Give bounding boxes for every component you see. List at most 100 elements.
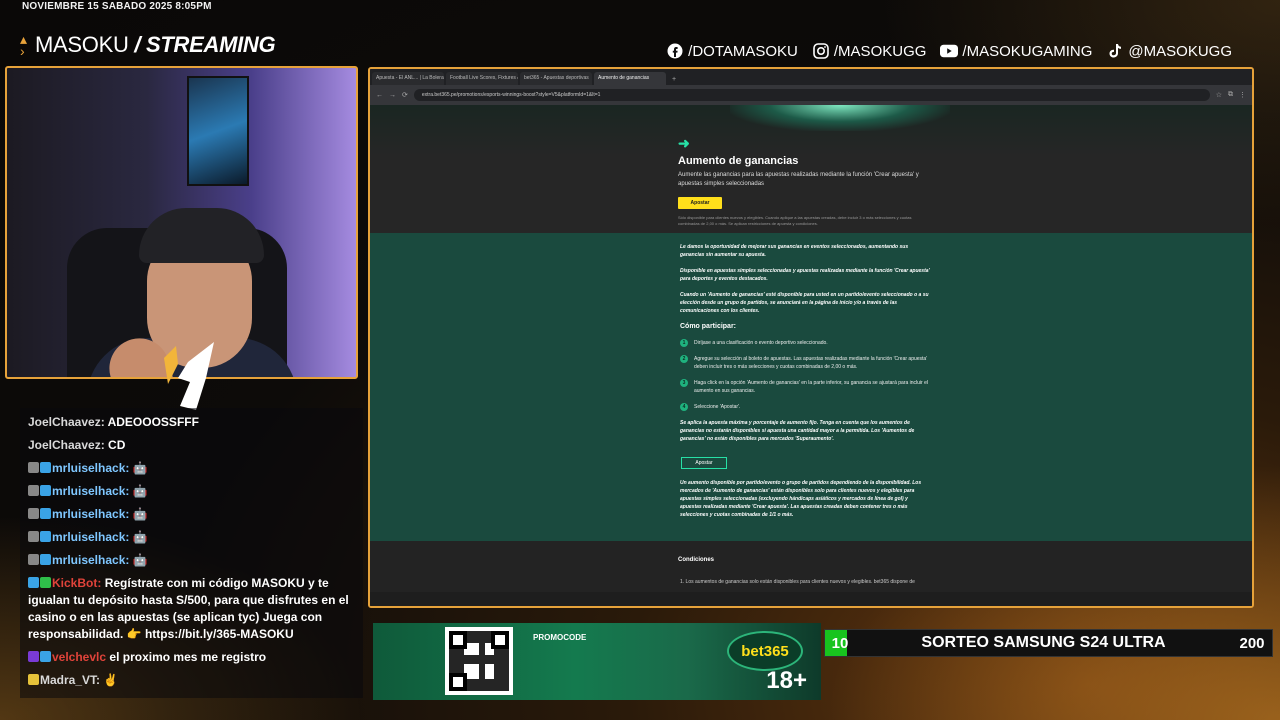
browser-window: Apuesta - El ANL... | La Bolera de la...… <box>368 67 1254 608</box>
browser-tab-active[interactable]: Aumento de ganancias <box>594 72 666 85</box>
chat-username: mrluiselhack: <box>52 461 130 475</box>
subscriber-badge-icon <box>40 531 51 542</box>
star-icon[interactable]: ☆ <box>1216 91 1222 99</box>
step-number: 1 <box>680 339 688 347</box>
chat-message: mrluiselhack: 🤖 <box>28 552 355 569</box>
promocode-label: PROMOCODE <box>533 633 587 642</box>
chat-username: JoelChaavez: <box>28 415 105 429</box>
age-restriction: 18+ <box>766 667 807 694</box>
apostar-outline-button[interactable]: Apostar <box>681 457 727 469</box>
badge-icon <box>28 462 39 473</box>
chat-username: Madra_VT: <box>40 673 101 687</box>
browser-tab[interactable]: Apuesta - El ANL... | La Bolera de la... <box>372 72 444 85</box>
instagram-icon <box>812 42 830 60</box>
step-item: 4 Seleccione 'Apostar'. <box>680 403 930 411</box>
badge-icon <box>28 508 39 519</box>
browser-tab[interactable]: Football Live Scores, Fixtures & <box>446 72 518 85</box>
instagram-handle: /MASOKUGG <box>833 42 927 60</box>
conditions-title: Condiciones <box>678 557 715 563</box>
chat-username: velchevlc <box>52 650 107 664</box>
giveaway-goal: 200 <box>1239 634 1265 652</box>
taskbar <box>370 592 1252 606</box>
social-handles: /DOTAMASOKU /MASOKUGG /MASOKUGAMING @MAS… <box>666 42 1232 60</box>
subscriber-badge-icon <box>40 554 51 565</box>
step-item: 1 Diríjase a una clasificación o evento d… <box>680 339 930 347</box>
chat-username: mrluiselhack: <box>52 530 130 544</box>
facebook-handle: /DOTAMASOKU <box>688 42 798 60</box>
subscriber-badge-icon <box>40 651 51 662</box>
giveaway-current: 10 <box>831 634 849 652</box>
emote-icon: 🤖 <box>132 530 148 544</box>
chat-text: el proximo mes me registro <box>109 650 267 664</box>
hero-glow <box>730 105 950 131</box>
emote-icon: ✌ <box>103 673 119 687</box>
chat-panel: JoelChaavez: ADEOOOSSFFF JoelChaavez: CD… <box>20 408 363 698</box>
step-number: 2 <box>680 355 688 363</box>
chat-message: JoelChaavez: ADEOOOSSFFF <box>28 414 355 431</box>
stream-datetime: NOVIEMBRE 15 SABADO 2025 8:05PM <box>22 1 212 12</box>
chat-message: mrluiselhack: 🤖 <box>28 506 355 523</box>
subscriber-badge-icon <box>40 462 51 473</box>
badge-icon <box>28 531 39 542</box>
apostar-button[interactable]: Apostar <box>678 197 722 209</box>
intro-paragraph: Cuando un 'Aumento de ganancias' esté di… <box>680 292 929 314</box>
badge-icon <box>28 674 39 685</box>
stream-brand: ▴ › MASOKU / STREAMING <box>20 31 276 59</box>
chat-message: mrluiselhack: 🤖 <box>28 460 355 477</box>
extensions-icon[interactable]: ⧉ <box>1228 91 1233 99</box>
qr-code <box>445 627 513 695</box>
page-content: ➜ Aumento de ganancias Aumente las ganan… <box>370 105 1252 606</box>
address-bar-row: ← → ⟳ extra.bet365.pe/promotions/esports… <box>370 85 1252 105</box>
url-input[interactable]: extra.bet365.pe/promotions/esports-winni… <box>413 89 1210 101</box>
brand-suffix: STREAMING <box>146 32 276 57</box>
step-item: 3 Haga click en la opción 'Aumento de gan… <box>680 379 930 395</box>
promo-details: Le damos la oportunidad de mejorar sus g… <box>370 233 1252 541</box>
tiktok-handle: @MASOKUGG <box>1128 42 1232 60</box>
step-number: 3 <box>680 379 688 387</box>
subscriber-badge-icon <box>40 485 51 496</box>
qr-corner <box>491 631 509 649</box>
chat-message: mrluiselhack: 🤖 <box>28 483 355 500</box>
chat-message: mrluiselhack: 🤖 <box>28 529 355 546</box>
step-item: 2 Agregue su selección al boleto de apues… <box>680 355 930 371</box>
chat-username: mrluiselhack: <box>52 507 130 521</box>
webcam-feed <box>5 66 358 379</box>
chat-username: mrluiselhack: <box>52 553 130 567</box>
chat-message: KickBot: Regístrate con mi código MASOKU… <box>28 575 355 643</box>
reload-icon[interactable]: ⟳ <box>402 91 408 99</box>
sword-badge-icon <box>28 577 39 588</box>
chat-message: velchevlc el proximo mes me registro <box>28 649 355 666</box>
subscriber-badge-icon <box>40 508 51 519</box>
tiktok-icon <box>1106 42 1124 60</box>
brand-name: MASOKU <box>35 32 129 57</box>
social-youtube: /MASOKUGAMING <box>940 42 1092 60</box>
step-text: Agregue su selección al boleto de apuest… <box>694 356 928 370</box>
how-to-title: Cómo participar: <box>680 323 737 330</box>
streamer-cap <box>139 208 264 263</box>
promo-fine-print: Sólo disponible para clientes nuevos y e… <box>678 215 912 226</box>
mascot-logo-icon <box>164 342 214 410</box>
note-paragraph: Se aplica la apuesta máxima y porcentaje… <box>680 420 915 442</box>
emote-icon: 🤖 <box>132 484 148 498</box>
sponsor-banner: PROMOCODE bet365 18+ <box>373 623 821 700</box>
forward-icon[interactable]: → <box>389 92 396 99</box>
condition-item: 1. Los aumentos de ganancias solo están … <box>680 579 915 585</box>
intro-paragraph: Disponible en apuestas simples seleccion… <box>680 268 930 282</box>
chat-text: ADEOOOSSFFF <box>107 415 199 429</box>
chat-username: KickBot: <box>52 576 102 590</box>
social-instagram: /MASOKUGG <box>812 42 927 60</box>
badge-icon <box>28 554 39 565</box>
wall-poster <box>187 76 249 186</box>
youtube-icon <box>940 42 959 60</box>
new-tab-icon[interactable]: + <box>668 74 680 85</box>
chat-username: mrluiselhack: <box>52 484 130 498</box>
outro-paragraph: Un aumento disponible por partido/evento… <box>680 480 922 518</box>
chevron-arrows-icon: ▴ › <box>20 31 28 59</box>
chat-message: JoelChaavez: CD <box>28 437 355 454</box>
menu-icon[interactable]: ⋮ <box>1239 91 1246 99</box>
step-text: Seleccione 'Apostar'. <box>694 404 741 410</box>
verified-badge-icon <box>40 577 51 588</box>
promo-hero: ➜ Aumento de ganancias Aumente las ganan… <box>370 105 1252 233</box>
back-icon[interactable]: ← <box>376 92 383 99</box>
browser-tab[interactable]: bet365 - Apuestas deportivas <box>520 72 592 85</box>
